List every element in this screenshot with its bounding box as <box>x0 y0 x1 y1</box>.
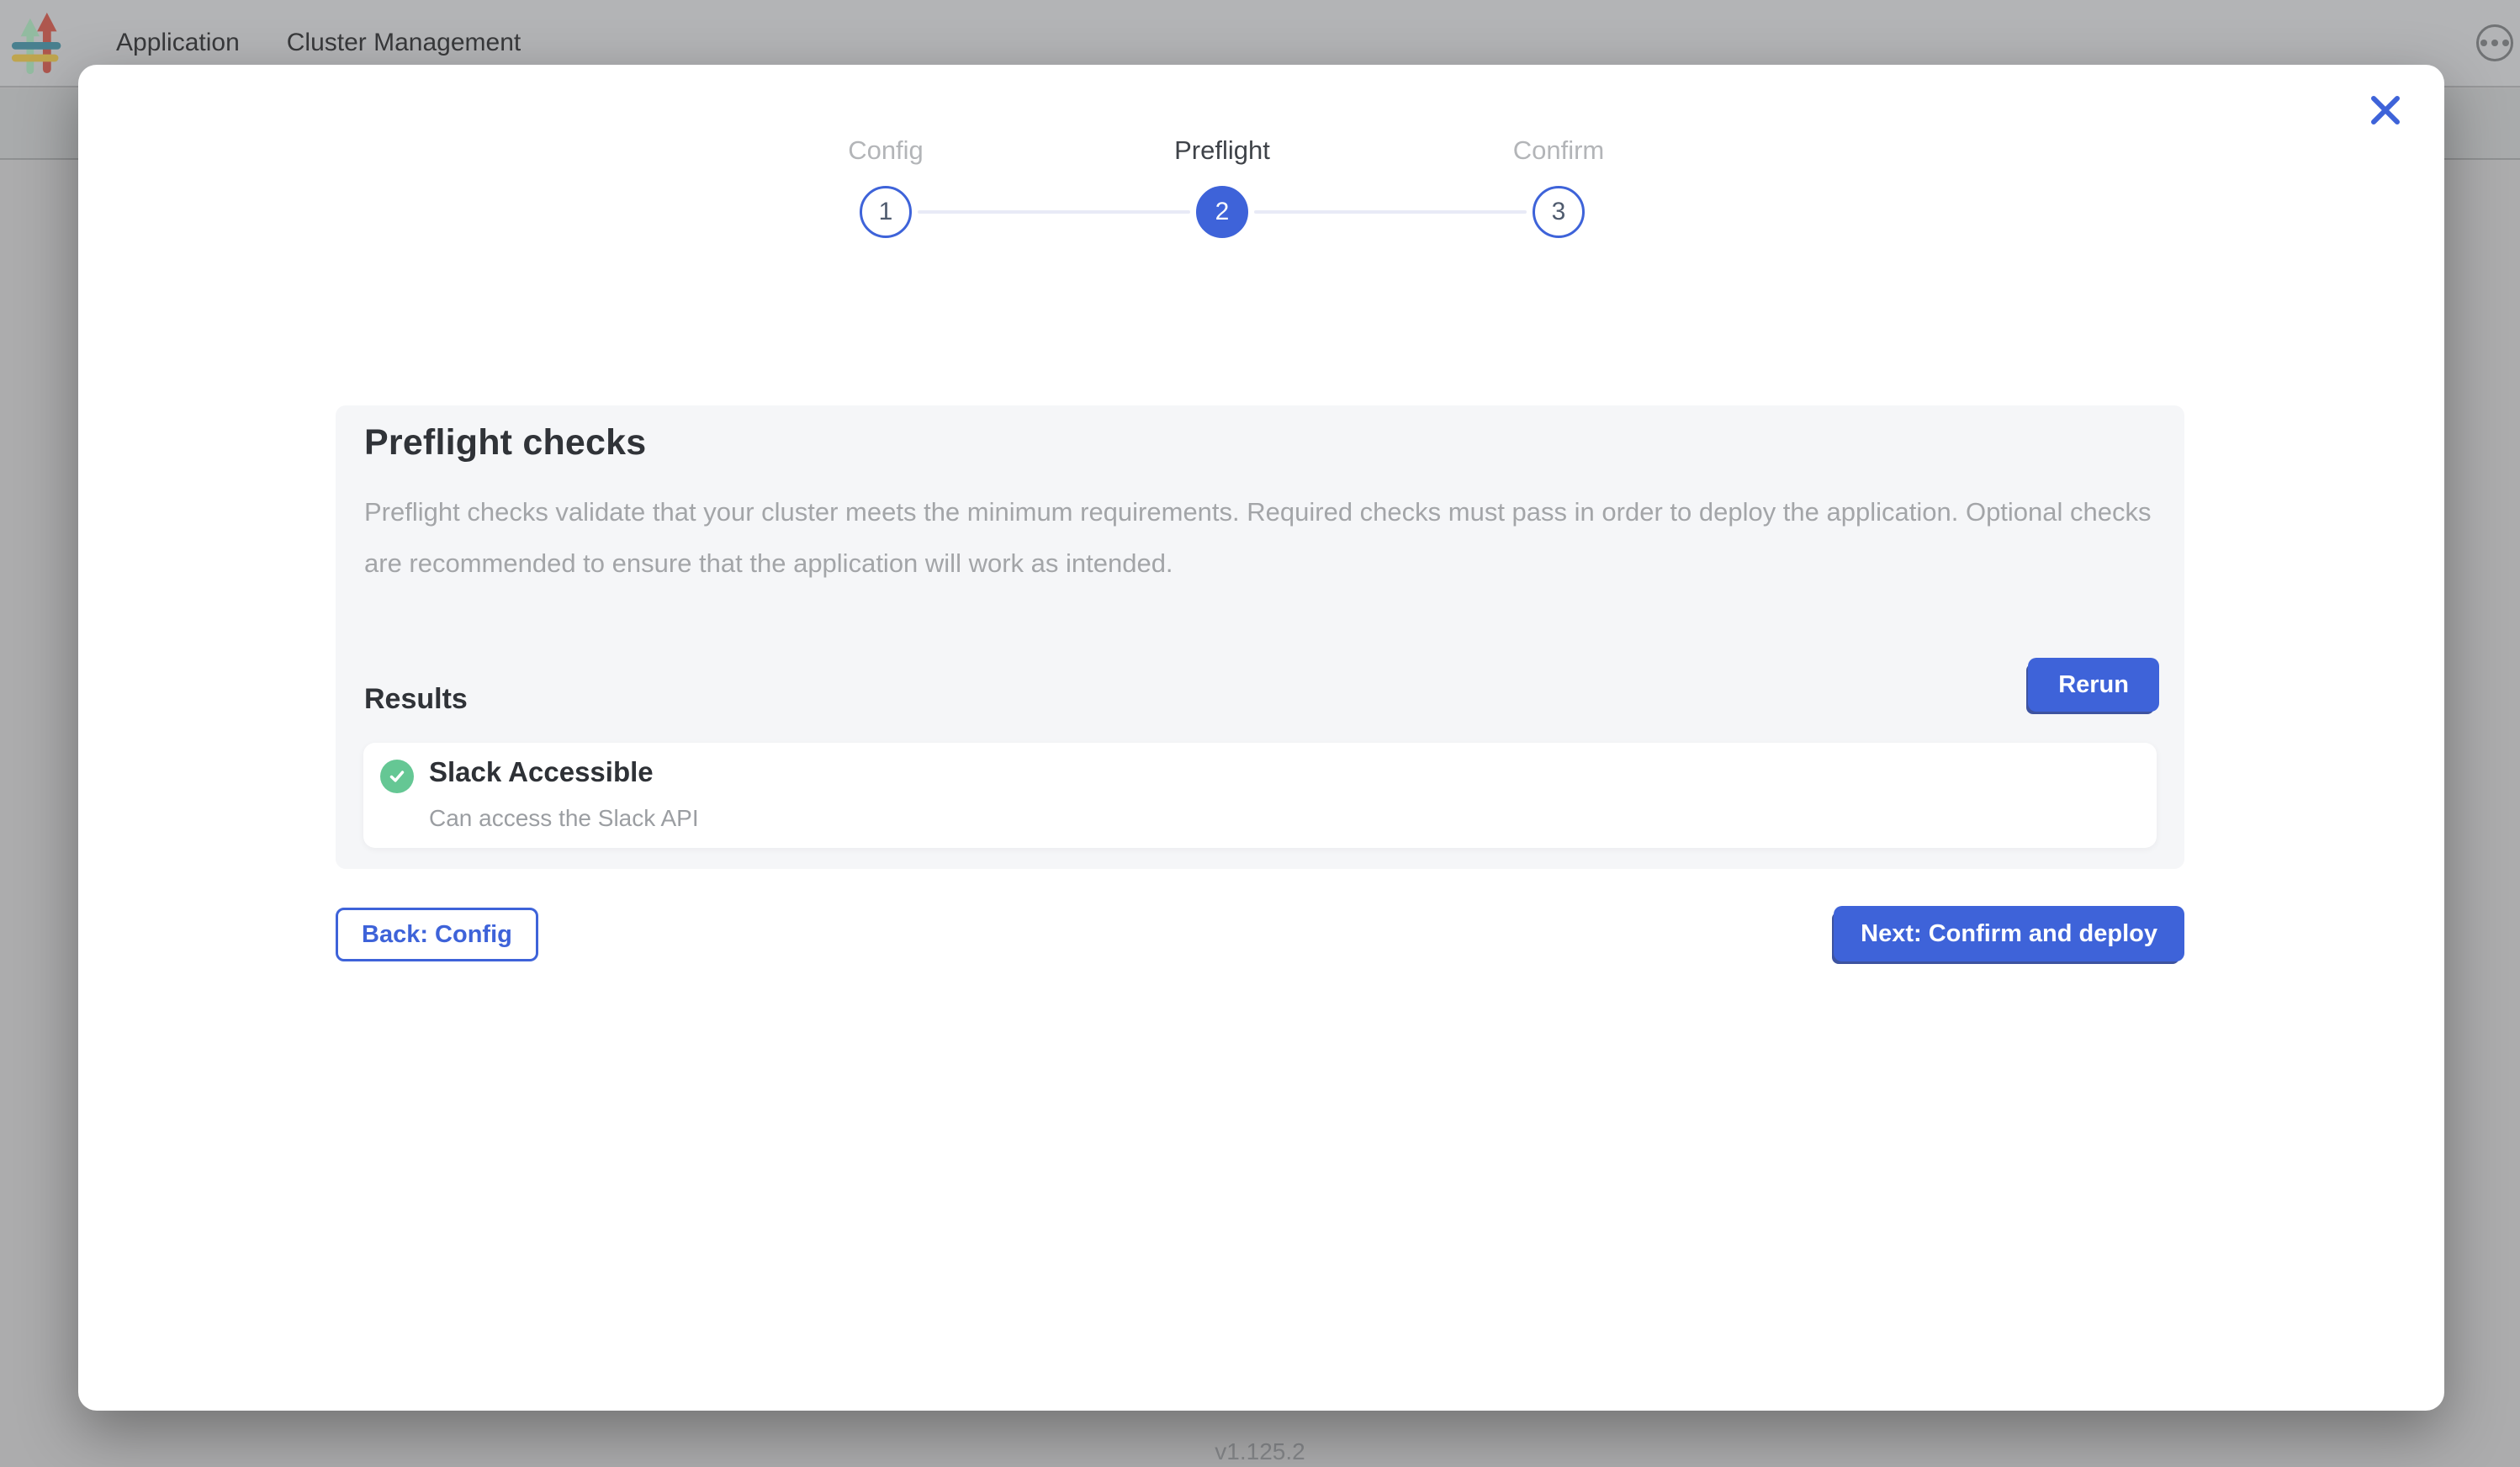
top-nav: Application Cluster Management <box>116 29 521 57</box>
preflight-checks-card: Preflight checks Preflight checks valida… <box>336 405 2184 869</box>
step-circle-2[interactable]: 2 <box>1196 186 1248 238</box>
nav-item-cluster-management[interactable]: Cluster Management <box>287 29 521 57</box>
step-circle-3[interactable]: 3 <box>1533 186 1585 238</box>
rerun-button[interactable]: Rerun <box>2028 658 2159 712</box>
step-circle-1[interactable]: 1 <box>860 186 912 238</box>
preflight-checks-title: Preflight checks <box>364 422 646 463</box>
app-version-label: v1.125.2 <box>0 1438 2520 1465</box>
next-confirm-deploy-button[interactable]: Next: Confirm and deploy <box>1834 906 2184 961</box>
step-label: Config <box>848 134 924 167</box>
step-label: Preflight <box>1174 134 1270 167</box>
step-label: Confirm <box>1513 134 1605 167</box>
check-pass-icon <box>380 760 414 793</box>
nav-item-application[interactable]: Application <box>116 29 240 57</box>
ellipsis-menu-icon[interactable] <box>2476 24 2513 61</box>
preflight-wizard-modal: Config 1 Preflight 2 Confirm 3 Preflight… <box>78 65 2444 1411</box>
check-result-row: Slack Accessible Can access the Slack AP… <box>363 743 2157 848</box>
stepper-connector <box>918 210 1190 214</box>
step-config: Config 1 <box>717 134 1054 238</box>
back-config-button[interactable]: Back: Config <box>336 908 538 961</box>
stepper-connector <box>1254 210 1527 214</box>
check-title: Slack Accessible <box>429 756 654 788</box>
wizard-stepper: Config 1 Preflight 2 Confirm 3 <box>717 134 1727 238</box>
step-preflight: Preflight 2 <box>1054 134 1390 238</box>
check-description: Can access the Slack API <box>429 805 699 832</box>
preflight-checks-description: Preflight checks validate that your clus… <box>364 486 2160 589</box>
app-logo-icon <box>10 12 72 74</box>
step-confirm: Confirm 3 <box>1390 134 1727 238</box>
results-heading: Results <box>364 683 468 716</box>
close-icon[interactable] <box>2365 90 2406 130</box>
